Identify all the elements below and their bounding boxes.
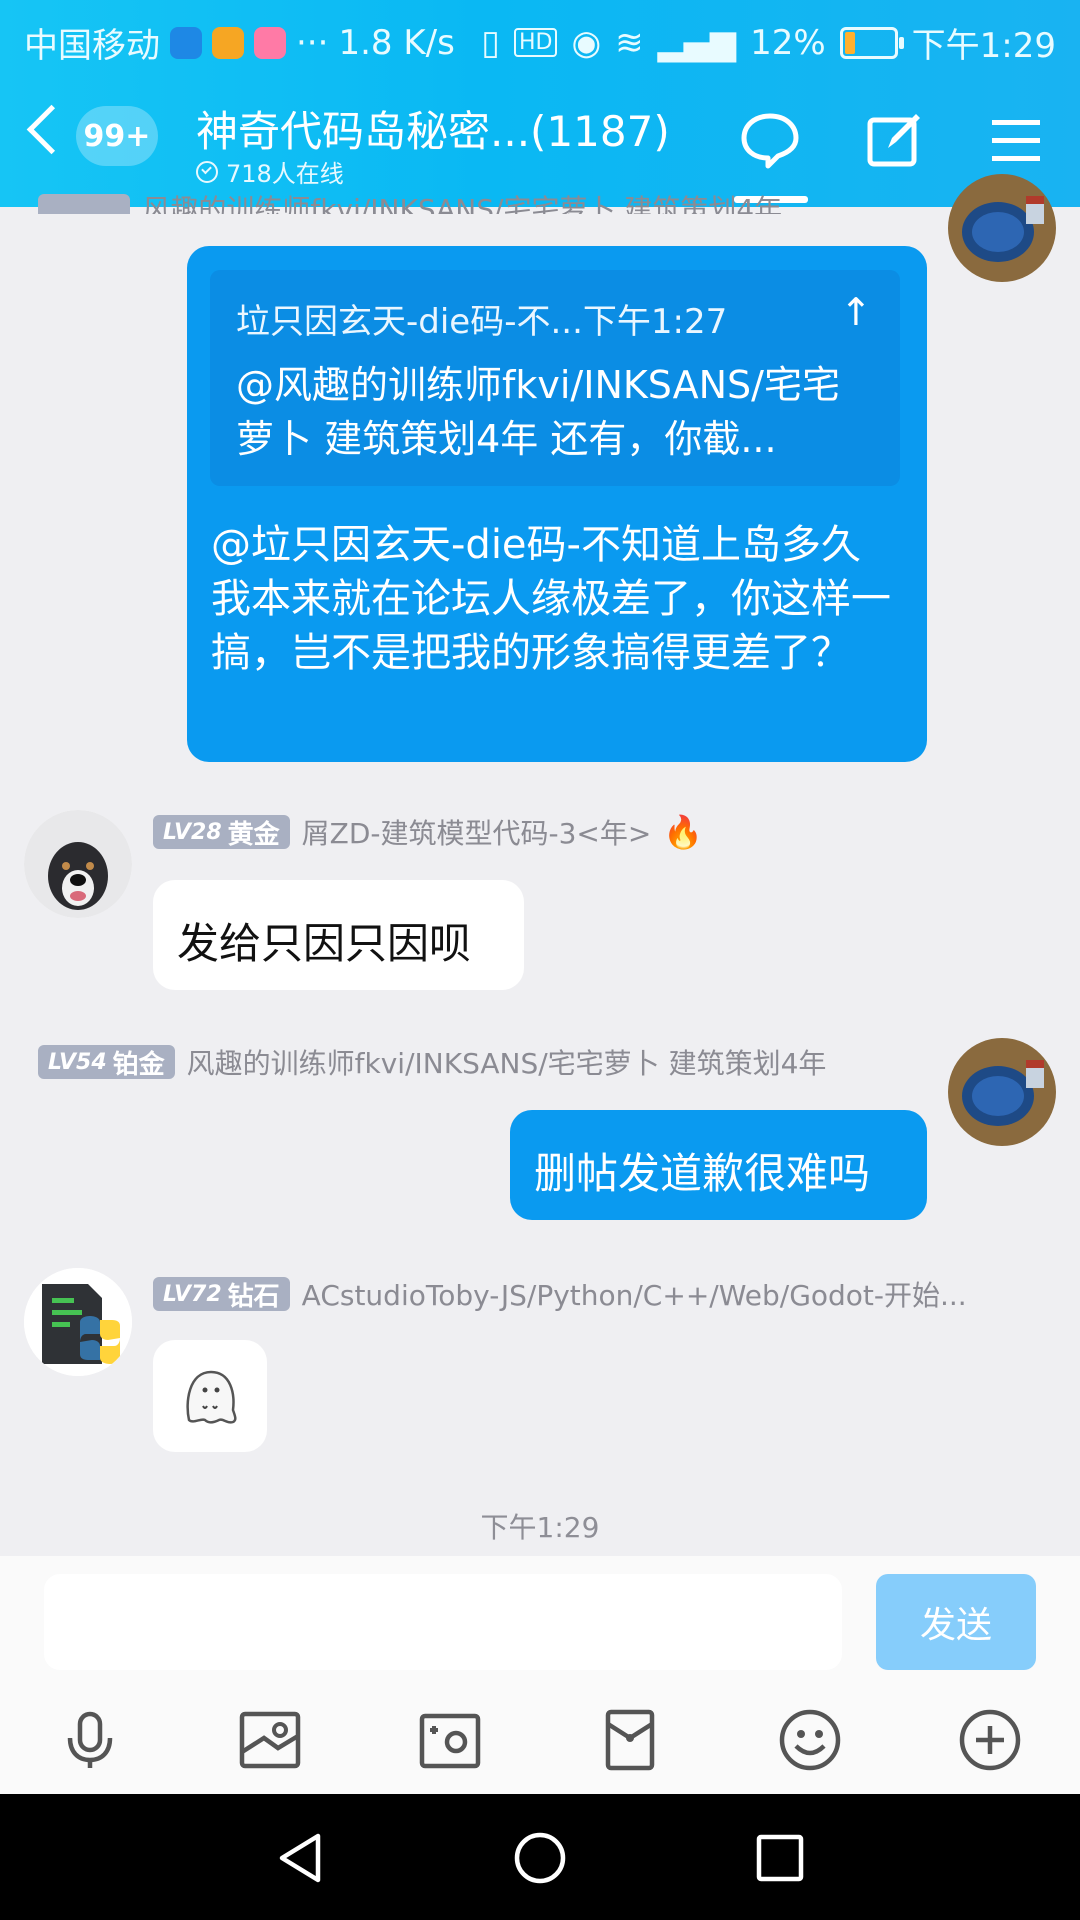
red-packet-icon[interactable] — [598, 1708, 662, 1772]
more-notifications-icon: ··· — [296, 22, 329, 63]
add-icon[interactable] — [958, 1708, 1022, 1772]
quoted-message[interactable]: 垃只因玄天-die码-不...下午1:27 ↑ @风趣的训练师fkvi/INKS… — [210, 270, 900, 486]
sticker-message[interactable] — [153, 1340, 267, 1452]
message-text: @垃只因玄天-die码-不知道上岛多久 我本来就在论坛人缘极差了，你这样一搞，岂… — [211, 522, 891, 676]
network-speed: 1.8 K/s — [338, 22, 455, 63]
jump-to-quote-icon[interactable]: ↑ — [840, 290, 872, 334]
home-nav-icon[interactable] — [510, 1828, 570, 1888]
image-icon[interactable] — [238, 1708, 302, 1772]
message-input[interactable] — [44, 1574, 842, 1670]
sender-name: ACstudioToby-JS/Python/C++/Web/Godot-开始.… — [301, 1279, 967, 1312]
avatar[interactable] — [24, 1268, 132, 1376]
emoji-icon[interactable] — [778, 1708, 842, 1772]
message-text: 删帖发道歉很难吗 — [534, 1149, 871, 1198]
camera-icon[interactable] — [418, 1708, 482, 1772]
signal-icon: ▂▄▆ — [657, 22, 737, 63]
message-meta: LV54 铂金 风趣的训练师fkvi/INKSANS/宅宅萝卜 建筑策划4年 — [38, 1042, 826, 1082]
message-bubble[interactable]: 发给只因只因呗 — [153, 880, 524, 990]
chat-header: 中国移动 ··· 1.8 K/s ▯ HD ◉ ≋ ▂▄▆ 12% 下午1:29… — [0, 0, 1080, 207]
app-notification-icon — [170, 26, 202, 59]
my-message-bubble[interactable]: 删帖发道歉很难吗 — [510, 1110, 927, 1220]
group-title[interactable]: 神奇代码岛秘密...(1187) — [196, 98, 670, 159]
send-button[interactable]: 发送 — [876, 1574, 1036, 1670]
message-meta: 风趣的训练师fkvi/INKSANS/宅宅萝卜 建筑策划4年 — [38, 188, 782, 214]
message-meta: LV28 黄金 屑ZD-建筑模型代码-3<年> 🔥 — [153, 812, 703, 852]
wifi-icon: ≋ — [615, 22, 644, 63]
level-badge: LV54 铂金 — [38, 1045, 175, 1080]
sender-name: 风趣的训练师fkvi/INKSANS/宅宅萝卜 建筑策划4年 — [142, 193, 783, 214]
recents-nav-icon[interactable] — [750, 1828, 810, 1888]
carrier-label: 中国移动 — [24, 26, 160, 66]
level-badge: LV72 钻石 — [153, 1277, 290, 1312]
fire-icon: 🔥 — [663, 813, 704, 851]
microphone-icon[interactable] — [58, 1708, 122, 1772]
avatar[interactable] — [948, 174, 1056, 282]
online-status[interactable]: 718人在线 — [196, 154, 344, 189]
edit-icon[interactable] — [862, 108, 926, 172]
timestamp: 下午1:29 — [480, 1511, 600, 1544]
quote-text: @风趣的训练师fkvi/INKSANS/宅宅萝卜 建筑策划4年 还有，你截... — [236, 363, 840, 461]
avatar[interactable] — [948, 1038, 1056, 1146]
sender-name: 风趣的训练师fkvi/INKSANS/宅宅萝卜 建筑策划4年 — [186, 1047, 827, 1080]
clock: 下午1:29 — [911, 26, 1056, 66]
menu-icon[interactable] — [984, 108, 1048, 172]
avatar[interactable] — [24, 810, 132, 918]
back-nav-icon[interactable] — [270, 1828, 330, 1888]
quote-header: 垃只因玄天-die码-不...下午1:27 — [236, 302, 728, 342]
online-check-icon — [196, 160, 218, 183]
status-bar: 中国移动 ··· 1.8 K/s ▯ HD ◉ ≋ ▂▄▆ 12% 下午1:29 — [0, 0, 1080, 76]
avatar-image — [948, 174, 1056, 282]
back-icon[interactable] — [26, 104, 77, 155]
sender-name: 屑ZD-建筑模型代码-3<年> — [301, 817, 652, 850]
message-text: 发给只因只因呗 — [177, 919, 472, 968]
battery-percent: 12% — [750, 22, 826, 63]
avatar-image — [24, 1268, 132, 1376]
online-count: 718人在线 — [226, 160, 344, 188]
vibrate-icon: ▯ — [481, 22, 500, 63]
battery-icon — [839, 26, 904, 59]
chat-bubble-icon[interactable] — [738, 108, 802, 172]
avatar-image — [24, 810, 132, 918]
eye-icon: ◉ — [571, 22, 602, 63]
ghost-sticker-icon — [186, 1370, 237, 1424]
unread-badge[interactable]: 99+ — [76, 106, 158, 166]
hd-icon: HD — [513, 28, 558, 57]
message-meta: LV72 钻石 ACstudioToby-JS/Python/C++/Web/Go… — [153, 1274, 967, 1314]
level-badge — [38, 194, 131, 214]
app-notification-icon — [212, 26, 244, 59]
level-badge: LV28 黄金 — [153, 815, 290, 850]
avatar-image — [948, 1038, 1056, 1146]
system-nav-bar — [0, 1794, 1080, 1920]
app-notification-icon — [254, 26, 286, 59]
